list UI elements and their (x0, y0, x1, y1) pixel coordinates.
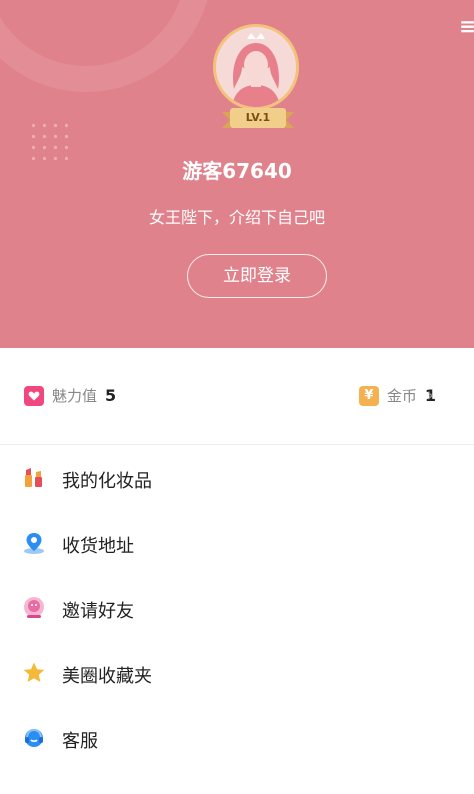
charm-label: 魅力值 (52, 387, 98, 405)
avatar-image (213, 24, 299, 110)
level-badge: LV.1 (222, 108, 294, 128)
star-icon (22, 661, 46, 685)
coins-label: 金币 (386, 387, 417, 405)
menu-label-invite: 邀请好友 (62, 601, 134, 622)
username: 游客67640 (182, 159, 292, 183)
menu-item-cosmetics[interactable]: 我的化妆品 (0, 446, 474, 510)
settings-icon[interactable]: ≡ (459, 14, 474, 38)
profile-tagline: 女王陛下，介绍下自己吧 (148, 208, 325, 227)
menu-label-address: 收货地址 (62, 536, 134, 557)
charm-stat[interactable]: 魅力值 5 (24, 385, 116, 406)
menu-label-customer-service: 客服 (62, 731, 98, 752)
charm-value: 5 (105, 386, 117, 405)
lipstick-icon (22, 466, 46, 490)
headset-icon (22, 726, 46, 750)
menu-item-favorites[interactable]: 美圈收藏夹 (0, 641, 474, 705)
coins-stat[interactable]: ¥ 金币 1 (358, 385, 436, 406)
menu-item-customer-service[interactable]: 客服 (0, 706, 474, 770)
login-button[interactable]: 立即登录 (187, 254, 327, 298)
avatar[interactable]: LV.1 (211, 24, 305, 128)
decorative-ring (0, 0, 212, 92)
profile-header: ≡ LV.1 游客67640 女王陛下，介绍下自己吧 立即登录 (0, 0, 474, 348)
menu-label-cosmetics: 我的化妆品 (62, 471, 152, 492)
decorative-dots (28, 120, 74, 160)
heart-icon (24, 385, 44, 406)
menu-item-invite[interactable]: 邀请好友 (0, 576, 474, 640)
yen-coin-icon: ¥ (358, 385, 379, 406)
chevron-right-icon[interactable]: › (427, 385, 434, 406)
menu-label-favorites: 美圈收藏夹 (62, 666, 152, 687)
invite-friend-icon (22, 596, 46, 620)
menu-item-address[interactable]: 收货地址 (0, 511, 474, 575)
stats-bar: 魅力值 5 ¥ 金币 1 (0, 348, 474, 445)
location-pin-icon (22, 531, 46, 555)
